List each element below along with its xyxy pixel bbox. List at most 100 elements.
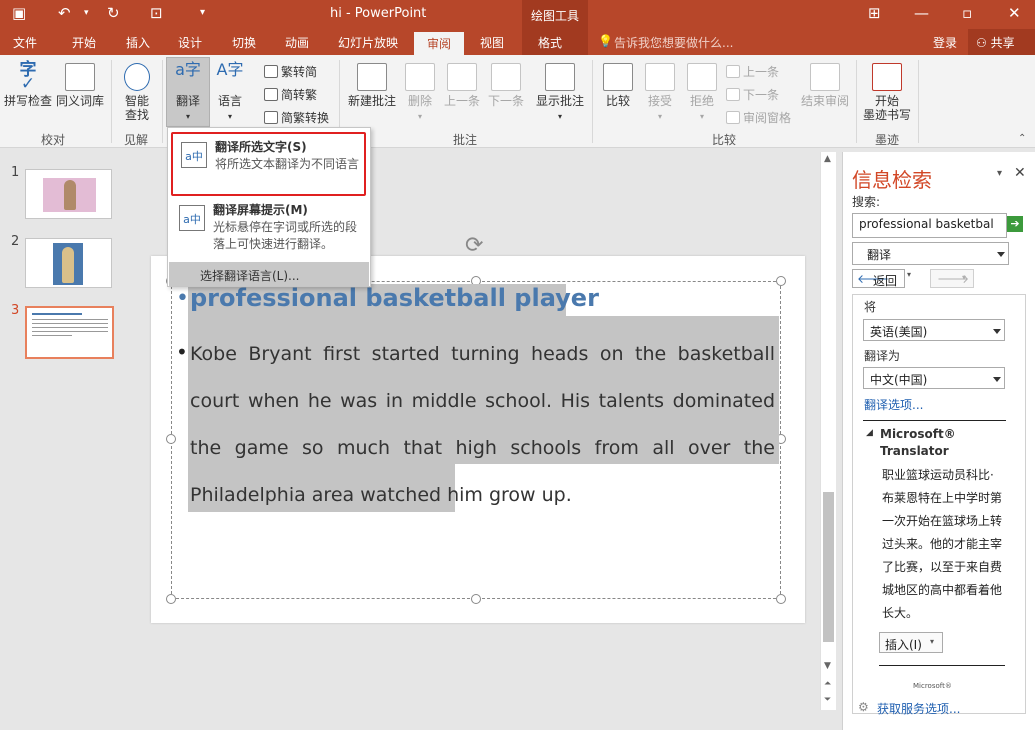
prev-change-icon bbox=[726, 65, 740, 78]
compare-button[interactable]: 比较 bbox=[598, 63, 638, 108]
next-comment-label: 下一条 bbox=[487, 94, 524, 108]
trad-to-simp-icon bbox=[264, 65, 278, 78]
reviewing-pane-button[interactable]: 审阅窗格 bbox=[726, 109, 791, 126]
service-select[interactable]: 翻译 bbox=[852, 242, 1009, 265]
tab-home[interactable]: 开始 bbox=[72, 34, 96, 51]
smart-lookup-button[interactable]: 智能 查找 bbox=[117, 63, 157, 122]
sign-in-link[interactable]: 登录 bbox=[933, 34, 957, 51]
resize-handle[interactable] bbox=[471, 594, 481, 604]
forward-button[interactable]: 🡒 ▾ bbox=[930, 269, 974, 288]
back-dropdown-icon[interactable]: ▾ bbox=[907, 270, 911, 279]
smart-lookup-icon bbox=[124, 63, 150, 91]
slide-number: 2 bbox=[11, 234, 20, 249]
tab-slideshow[interactable]: 幻灯片放映 bbox=[338, 34, 398, 51]
choose-translation-language-item[interactable]: 选择翻译语言(L)... bbox=[169, 262, 369, 286]
scroll-up-icon[interactable]: ▲ bbox=[824, 154, 831, 164]
new-comment-button[interactable]: 新建批注 bbox=[344, 63, 400, 108]
research-options-icon: ⚙ bbox=[858, 700, 869, 714]
save-icon[interactable]: ▣ bbox=[12, 4, 26, 22]
thesaurus-button[interactable]: 同义词库 bbox=[54, 63, 106, 108]
redo-icon[interactable]: ↻ bbox=[107, 4, 120, 22]
translate-screentip-icon: a中 bbox=[179, 205, 205, 231]
start-search-icon[interactable]: ➔ bbox=[1007, 216, 1023, 232]
tab-view[interactable]: 视图 bbox=[480, 34, 504, 51]
insert-button[interactable]: 插入(I) ▾ bbox=[879, 632, 943, 653]
simp-to-trad-button[interactable]: 简转繁 bbox=[264, 86, 317, 103]
maximize-icon[interactable]: ▫ bbox=[962, 4, 972, 22]
accept-label: 接受 bbox=[647, 94, 672, 108]
translation-line: 过头来。他的才能主宰 bbox=[882, 537, 1003, 551]
resize-handle[interactable] bbox=[776, 594, 786, 604]
tab-design[interactable]: 设计 bbox=[178, 34, 202, 51]
slide-thumbnail-3[interactable] bbox=[25, 306, 114, 359]
translate-screentip-desc: 光标悬停在字词或所选的段落上可快速进行翻译。 bbox=[213, 220, 358, 251]
collapse-ribbon-icon[interactable]: ⌃ bbox=[1018, 133, 1026, 144]
next-change-button[interactable]: 下一条 bbox=[726, 86, 779, 103]
tab-review[interactable]: 审阅 bbox=[414, 32, 464, 55]
share-button[interactable]: ⚇ 共享 bbox=[976, 34, 1015, 51]
scroll-thumb[interactable] bbox=[823, 492, 834, 642]
tab-animations[interactable]: 动画 bbox=[285, 34, 309, 51]
minimize-icon[interactable]: — bbox=[914, 4, 929, 22]
collapse-icon[interactable]: ◢ bbox=[866, 428, 873, 438]
rotate-handle-icon[interactable]: ⟳ bbox=[465, 233, 483, 258]
delete-comment-button[interactable]: 删除 ▾ bbox=[400, 63, 440, 124]
tab-insert[interactable]: 插入 bbox=[126, 34, 150, 51]
next-comment-button[interactable]: 下一条 bbox=[484, 63, 528, 108]
tell-me-search[interactable]: 告诉我您想要做什么... bbox=[614, 34, 733, 51]
pane-options-icon[interactable]: ▾ bbox=[997, 168, 1002, 179]
chevron-down-icon bbox=[993, 329, 1001, 334]
translation-line: 长大。 bbox=[882, 606, 919, 620]
trad-to-simp-button[interactable]: 繁转简 bbox=[264, 63, 317, 80]
prev-change-button[interactable]: 上一条 bbox=[726, 63, 779, 80]
translation-line: 布莱恩特在上中学时第 bbox=[882, 491, 1003, 505]
end-review-button[interactable]: 结束审阅 bbox=[798, 63, 852, 108]
show-comments-button[interactable]: 显示批注 ▾ bbox=[533, 63, 587, 124]
next-slide-icon[interactable]: ⏷ bbox=[824, 695, 831, 705]
slide-thumbnail-1[interactable] bbox=[25, 169, 112, 219]
prev-comment-button[interactable]: 上一条 bbox=[440, 63, 484, 108]
language-label: 语言 bbox=[217, 94, 242, 108]
vertical-scrollbar[interactable]: ▲ ▼ ⏶ ⏷ bbox=[820, 152, 836, 710]
tab-format[interactable]: 格式 bbox=[538, 34, 562, 51]
spell-check-button[interactable]: 字✓ 拼写检查 bbox=[2, 62, 54, 109]
language-button[interactable]: A字 语言 ▾ bbox=[212, 62, 248, 124]
resize-handle[interactable] bbox=[166, 434, 176, 444]
reject-button[interactable]: 拒绝 ▾ bbox=[682, 63, 722, 124]
next-change-label: 下一条 bbox=[743, 88, 780, 102]
translate-selected-text-item[interactable]: a中 翻译所选文字(S) 将所选文本翻译为不同语言 bbox=[171, 132, 366, 196]
ribbon-display-icon[interactable]: ⊞ bbox=[868, 4, 881, 22]
undo-icon[interactable]: ↶ bbox=[58, 4, 71, 22]
start-inking-button[interactable]: 开始 墨迹书写 bbox=[860, 63, 914, 122]
resize-handle[interactable] bbox=[166, 594, 176, 604]
translate-button[interactable]: a字 翻译 ▾ bbox=[167, 62, 209, 124]
simp-to-trad-label: 简转繁 bbox=[281, 88, 318, 102]
resize-handle[interactable] bbox=[776, 276, 786, 286]
translate-selected-text-desc: 将所选文本翻译为不同语言 bbox=[215, 157, 360, 171]
previous-slide-icon[interactable]: ⏶ bbox=[824, 679, 831, 689]
new-comment-icon bbox=[357, 63, 387, 91]
search-input[interactable]: professional basketbal bbox=[852, 213, 1007, 238]
compare-icon bbox=[603, 63, 633, 91]
translate-screentip-item[interactable]: a中 翻译屏幕提示(M) 光标悬停在字词或所选的段落上可快速进行翻译。 bbox=[171, 199, 366, 259]
to-language-select[interactable]: 中文(中国) bbox=[863, 367, 1005, 389]
chinese-conversion-button[interactable]: 简繁转换 bbox=[264, 109, 329, 126]
get-services-link[interactable]: 获取服务选项... bbox=[877, 700, 960, 717]
tab-transitions[interactable]: 切换 bbox=[232, 34, 256, 51]
slide-heading: professional basketball player bbox=[190, 284, 599, 312]
tab-file[interactable]: 文件 bbox=[13, 34, 37, 51]
translation-line: 城地区的高中都看着他 bbox=[882, 583, 1003, 597]
back-button[interactable]: 🡐 返回 bbox=[852, 269, 905, 288]
undo-dropdown-icon[interactable]: ▾ bbox=[84, 8, 89, 18]
delete-comment-icon bbox=[405, 63, 435, 91]
translation-options-link[interactable]: 翻译选项... bbox=[864, 396, 923, 413]
customize-qat-icon[interactable]: ▾ bbox=[200, 7, 205, 18]
close-icon[interactable]: ✕ bbox=[1008, 4, 1021, 22]
from-language-select[interactable]: 英语(美国) bbox=[863, 319, 1005, 341]
share-label: 共享 bbox=[990, 36, 1015, 50]
accept-button[interactable]: 接受 ▾ bbox=[640, 63, 680, 124]
presentation-icon[interactable]: ⊡ bbox=[150, 4, 163, 22]
scroll-down-icon[interactable]: ▼ bbox=[824, 661, 831, 671]
pane-close-icon[interactable]: ✕ bbox=[1014, 165, 1026, 181]
slide-thumbnail-2[interactable] bbox=[25, 238, 112, 288]
